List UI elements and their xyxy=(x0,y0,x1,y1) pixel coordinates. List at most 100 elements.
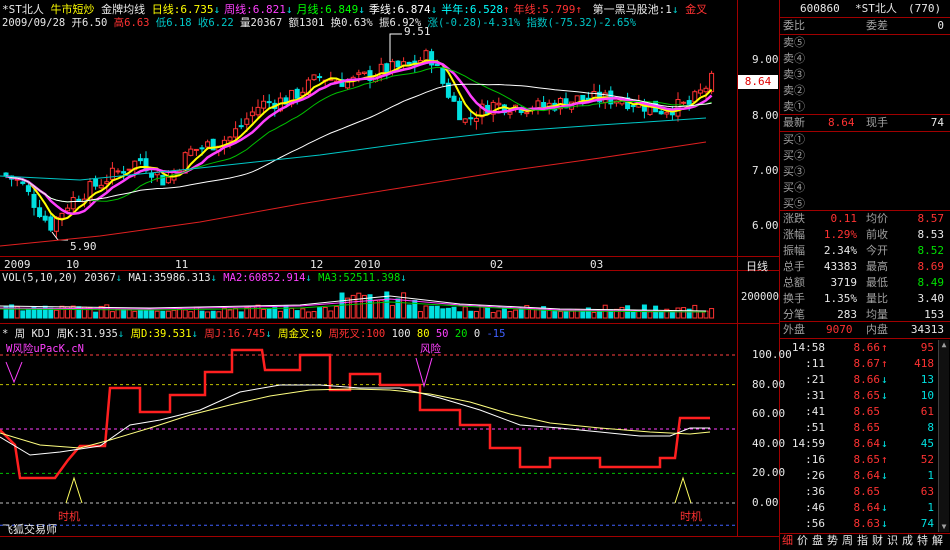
stat-label: 总额 xyxy=(783,276,805,289)
volume-bar xyxy=(501,307,507,319)
tick-row[interactable]: :26 8.64 ↓ 1 xyxy=(780,468,950,484)
tick-row[interactable]: :11 8.67 ↑ 418 xyxy=(780,356,950,372)
volume-bar xyxy=(53,309,59,319)
price-panel-bottom-border xyxy=(0,256,780,257)
tick-volume: 1 xyxy=(927,469,934,482)
tick-arrow: ↓ xyxy=(881,437,888,450)
tick-volume: 13 xyxy=(920,373,934,386)
volume-bar xyxy=(569,310,575,319)
candle-body xyxy=(317,76,323,79)
volume-bar xyxy=(401,292,407,319)
tick-row[interactable]: :16 8.65 ↑ 52 xyxy=(780,452,950,468)
bottom-tab[interactable]: 财 xyxy=(872,533,883,549)
kdj-k: 周K:31.935 xyxy=(56,328,118,340)
golden-cross-label: 金叉 xyxy=(685,3,708,16)
candlestick-series xyxy=(3,33,715,241)
ohlc-open: 开6.50 xyxy=(71,17,108,29)
candle-body xyxy=(48,216,54,231)
sell-level-label: 卖⑤ xyxy=(783,36,805,49)
sell-level-row[interactable]: 卖① xyxy=(780,99,950,115)
candle-body xyxy=(507,111,513,115)
volume-bar xyxy=(619,306,625,319)
candle-body xyxy=(255,106,261,116)
stat-label: 量比 xyxy=(866,292,888,305)
candle-body xyxy=(227,136,233,142)
stat-value: 3719 xyxy=(830,276,858,289)
tick-time: :51 xyxy=(805,421,825,434)
tick-row[interactable]: :31 8.65 ↓ 10 xyxy=(780,388,950,404)
timing-marker xyxy=(65,476,83,504)
volume-bar xyxy=(143,310,149,319)
tick-row[interactable]: :36 8.65 63 xyxy=(780,484,950,500)
tick-arrow: ↓ xyxy=(881,469,888,482)
volume-bar xyxy=(193,306,199,319)
tick-arrow: ↓ xyxy=(881,389,888,402)
tick-arrow: ↓ xyxy=(881,517,888,530)
volume-bar xyxy=(406,304,412,319)
bottom-tab[interactable]: 解 xyxy=(932,533,943,549)
bottom-tab[interactable]: 特 xyxy=(917,533,928,549)
stat-value: 1.29% xyxy=(823,228,857,241)
stat-row: 总额 3719 最低 8.49 xyxy=(780,275,950,291)
candle-body xyxy=(462,118,468,123)
kdj-j-line xyxy=(0,348,710,480)
bottom-tab[interactable]: 周 xyxy=(842,533,853,549)
tick-row[interactable]: :21 8.66 ↓ 13 xyxy=(780,372,950,388)
bottom-tab[interactable]: 价 xyxy=(797,533,808,549)
candle-body xyxy=(395,60,401,68)
bottom-tab[interactable]: 势 xyxy=(827,533,838,549)
latest-label: 最新 xyxy=(783,116,805,129)
bottom-tab[interactable]: 成 xyxy=(902,533,913,549)
scroll-down-icon[interactable]: ▼ xyxy=(940,522,948,532)
buy-level-row[interactable]: 买③ xyxy=(780,164,950,180)
tick-price: 8.66 xyxy=(853,373,881,386)
tick-price: 8.65 xyxy=(853,389,881,402)
bottom-tab[interactable]: 盘 xyxy=(812,533,823,549)
kdj-panel-bottom-border xyxy=(0,536,780,537)
tick-row[interactable]: :46 8.64 ↓ 1 xyxy=(780,500,950,516)
tick-arrow: ↓ xyxy=(881,501,888,514)
ohlc-turnover: 换0.63% xyxy=(330,17,373,29)
volume-bar xyxy=(182,309,188,319)
stat-label: 振幅 xyxy=(783,244,805,257)
candle-body xyxy=(205,141,211,148)
tick-row[interactable]: :41 8.65 61 xyxy=(780,404,950,420)
candle-body xyxy=(524,111,530,115)
volume-bar xyxy=(283,304,289,319)
bottom-tab[interactable]: 细 xyxy=(782,533,793,549)
tick-volume: 52 xyxy=(920,453,934,466)
bottom-tab[interactable]: 指 xyxy=(857,533,868,549)
period-label[interactable]: 日线 xyxy=(746,258,768,274)
volume-bar xyxy=(70,305,76,319)
sell-level-row[interactable]: 卖④ xyxy=(780,51,950,67)
volume-bar xyxy=(350,294,356,319)
bottom-tab[interactable]: 识 xyxy=(887,533,898,549)
candle-body xyxy=(193,148,199,151)
tick-volume: 61 xyxy=(920,405,934,418)
sell-level-row[interactable]: 卖③ xyxy=(780,67,950,83)
vol-ma1: MA1:35986.313 xyxy=(128,272,211,284)
tick-row[interactable]: 14:58 8.66 ↑ 95 xyxy=(780,340,950,356)
tick-row[interactable]: :56 8.63 ↓ 74 xyxy=(780,516,950,532)
buy-level-row[interactable]: 买② xyxy=(780,148,950,164)
tick-row[interactable]: 14:59 8.64 ↓ 45 xyxy=(780,436,950,452)
app-footer: 飞狐交易师 xyxy=(2,523,57,536)
buy-level-row[interactable]: 买① xyxy=(780,132,950,148)
volume-bar xyxy=(658,311,664,319)
sell-level-row[interactable]: 卖⑤ xyxy=(780,35,950,51)
tick-price: 8.65 xyxy=(853,453,881,466)
volume-bar xyxy=(445,307,451,319)
volume-bar xyxy=(249,305,255,319)
kdj-lines xyxy=(0,348,737,526)
candle-body xyxy=(440,67,446,84)
tick-scrollbar[interactable]: ▲ ▼ xyxy=(938,340,949,532)
ohlc-high: 高6.63 xyxy=(113,17,150,29)
kdj-lv20: 20 xyxy=(454,328,468,340)
scroll-up-icon[interactable]: ▲ xyxy=(940,340,948,350)
candle-body xyxy=(457,100,463,121)
stat-label: 前收 xyxy=(866,228,888,241)
tick-row[interactable]: :51 8.65 8 xyxy=(780,420,950,436)
buy-level-row[interactable]: 买④ xyxy=(780,180,950,196)
sell-level-row[interactable]: 卖② xyxy=(780,83,950,99)
candle-body xyxy=(244,118,250,125)
